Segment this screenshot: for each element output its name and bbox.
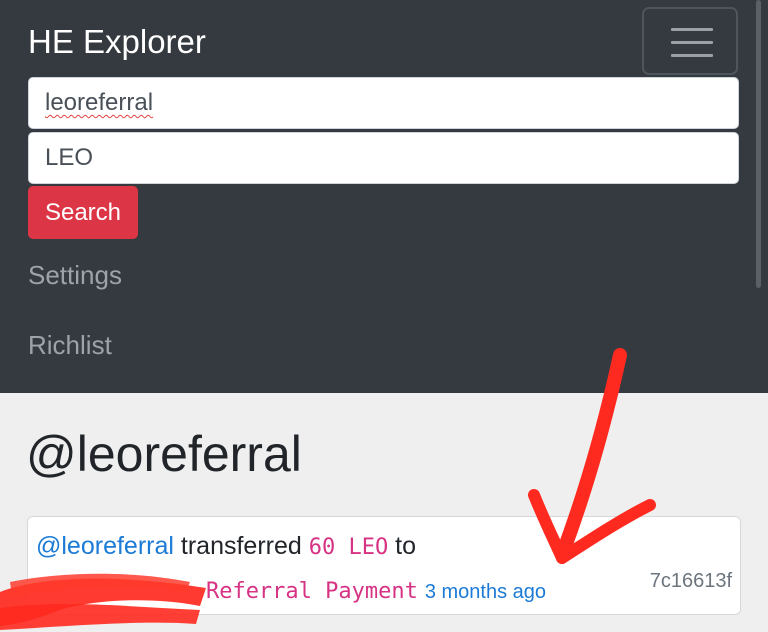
from-account-link[interactable]: @leoreferral [36, 532, 174, 560]
amount-text: 60 LEO [308, 535, 389, 560]
action-text: transferred [180, 532, 302, 560]
transaction-line: @leoreferral transferred 60 LEO to [36, 529, 416, 565]
timestamp-link[interactable]: 3 months ago [425, 581, 546, 603]
search-button[interactable]: Search [28, 186, 138, 239]
transaction-detail-line: Referral Payment 3 months ago [36, 573, 546, 609]
hamburger-menu-icon [671, 28, 713, 31]
brand-title[interactable]: HE Explorer [28, 22, 206, 62]
to-text: to [395, 532, 417, 560]
token-input[interactable]: LEO [28, 132, 739, 184]
account-input[interactable]: leoreferral [28, 77, 739, 129]
hamburger-bar [671, 41, 713, 44]
navbar: HE Explorer leoreferral LEO Search Setti… [0, 0, 768, 393]
hamburger-menu-button[interactable] [642, 7, 738, 75]
nav-link-settings[interactable]: Settings [28, 259, 122, 291]
account-input-value: leoreferral [45, 89, 154, 116]
nav-link-richlist[interactable]: Richlist [28, 329, 112, 361]
transaction-hash[interactable]: 7c16613f [650, 567, 732, 595]
hamburger-bar [671, 54, 713, 57]
page-title: @leoreferral [26, 426, 302, 482]
memo-text: Referral Payment [205, 579, 418, 604]
token-input-value: LEO [45, 144, 94, 171]
page: HE Explorer leoreferral LEO Search Setti… [0, 0, 768, 632]
transaction-card: @leoreferral transferred 60 LEO to Refer… [27, 516, 741, 615]
scrollbar[interactable] [756, 0, 761, 288]
